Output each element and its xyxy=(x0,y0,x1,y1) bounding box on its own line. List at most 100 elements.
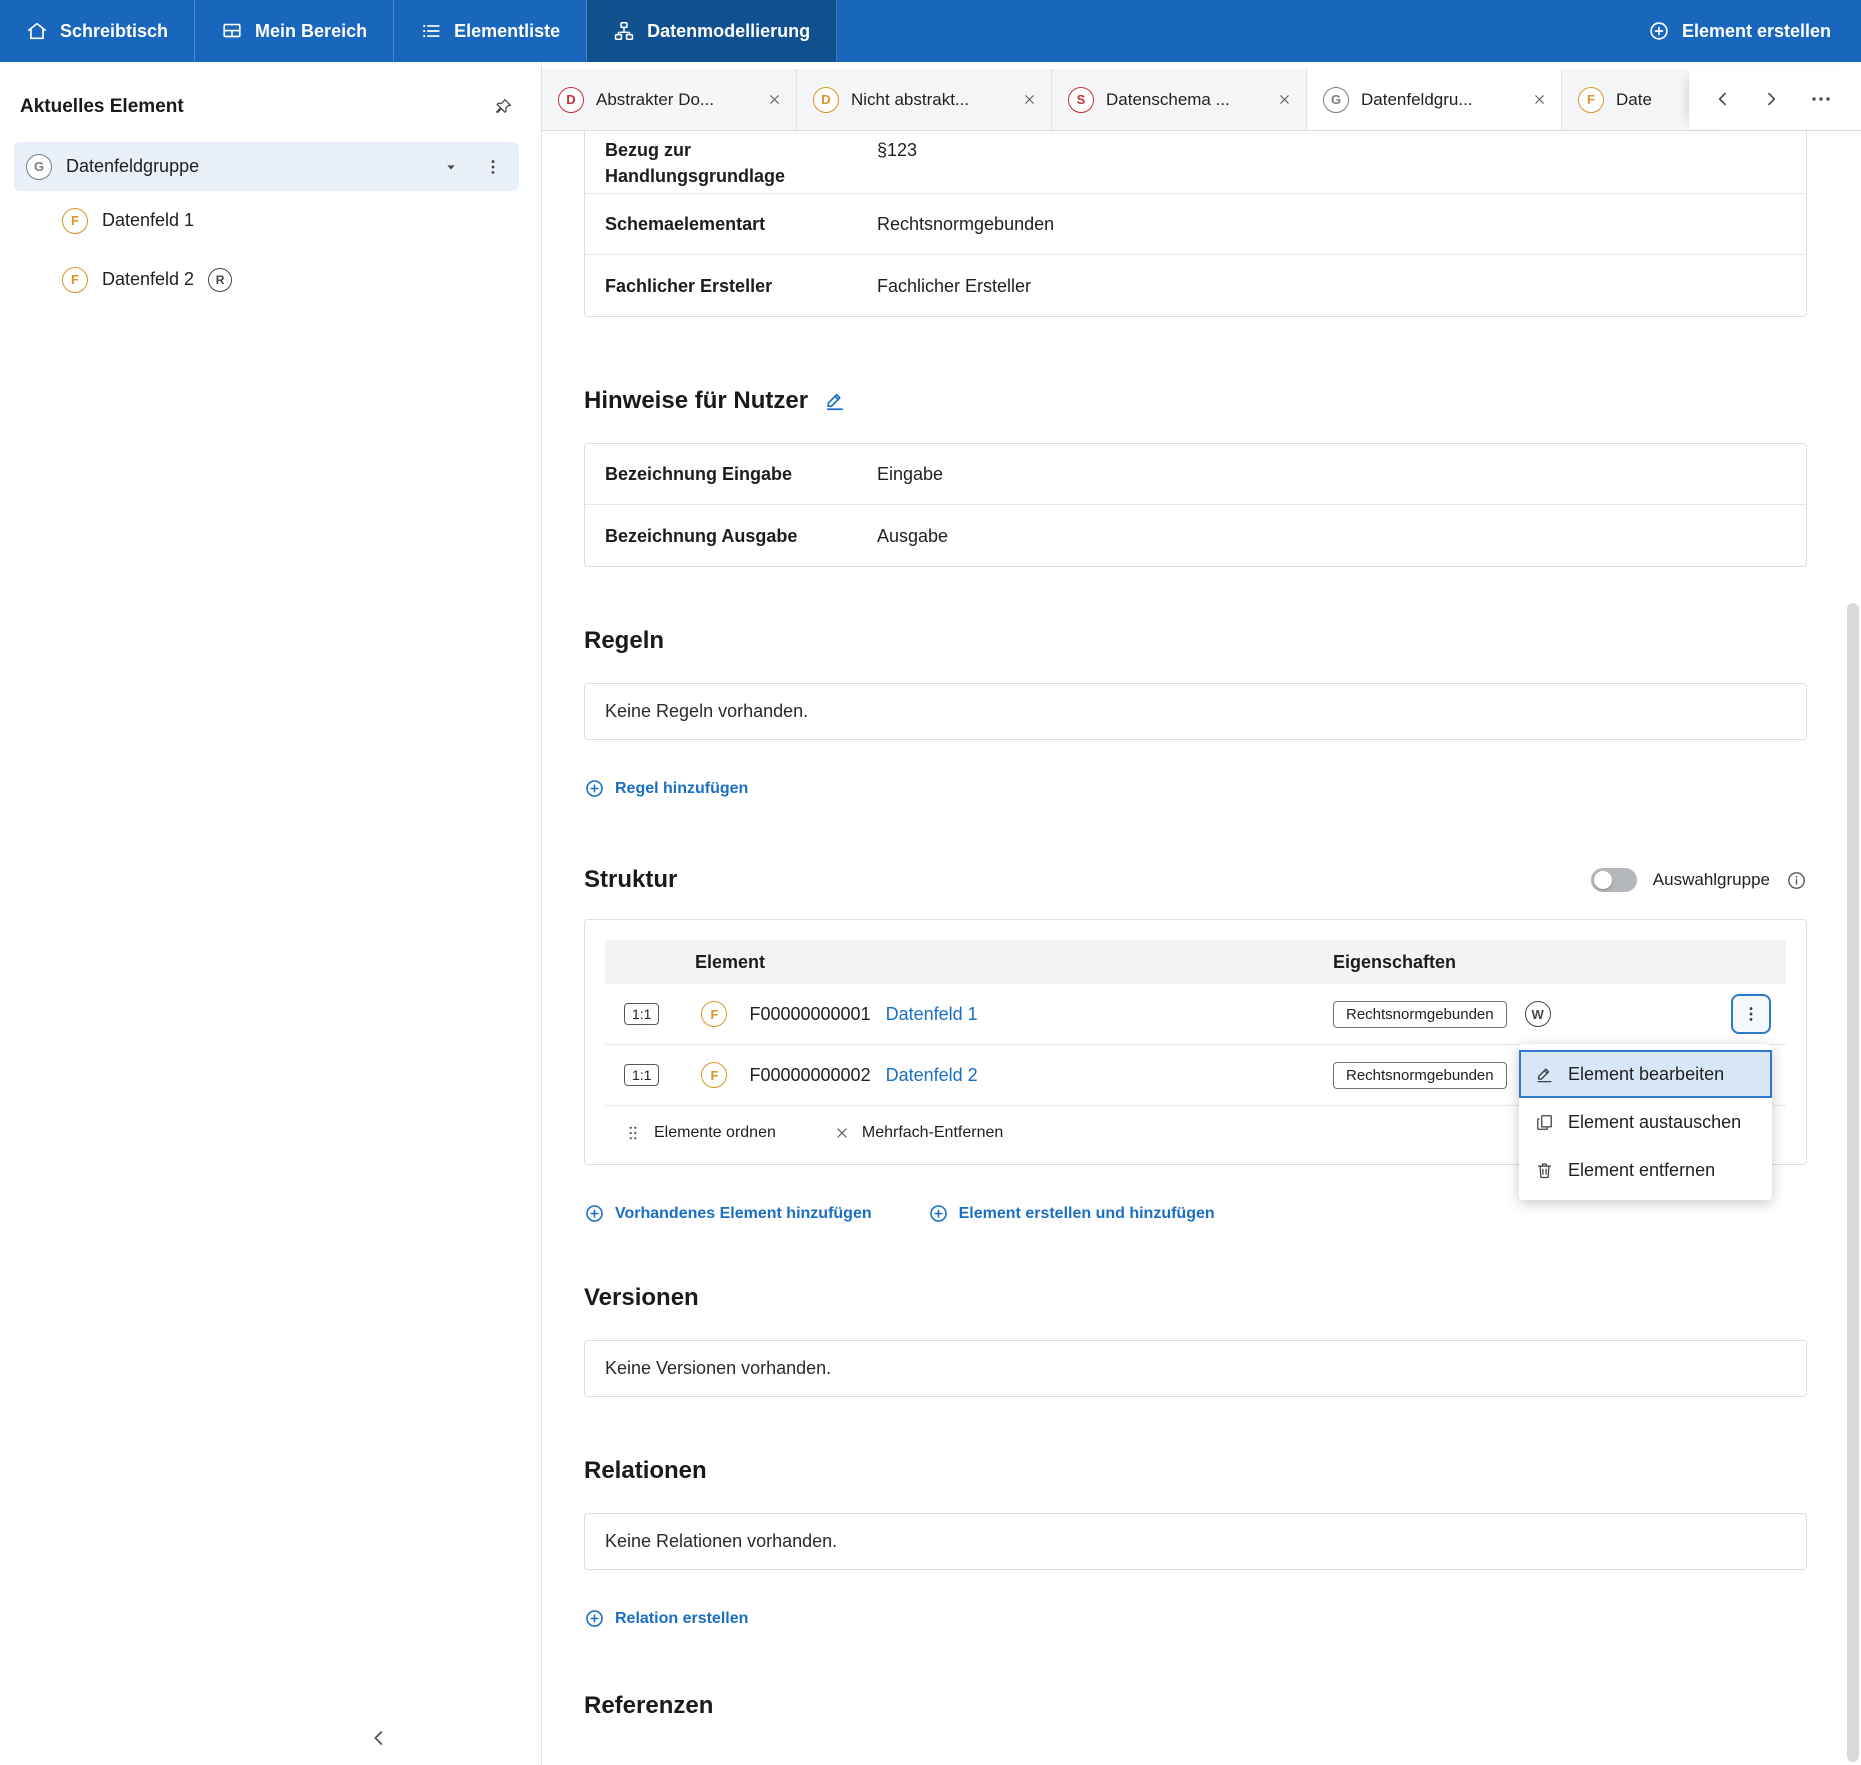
struktur-add-links: Vorhandenes Element hinzufügen Element e… xyxy=(584,1203,1807,1224)
element-link[interactable]: Datenfeld 2 xyxy=(886,1065,978,1086)
order-elements-label: Elemente ordnen xyxy=(654,1124,776,1142)
tree-item-label: Datenfeldgruppe xyxy=(66,156,429,177)
order-elements-action[interactable]: Elemente ordnen xyxy=(624,1124,776,1142)
cardinality-badge: 1:1 xyxy=(624,1064,659,1086)
property-value: §123 xyxy=(877,137,917,163)
section-title-referenzen: Referenzen xyxy=(584,1692,1807,1720)
main-panel: D Abstrakter Do... D Nicht abstrakt... S… xyxy=(542,62,1861,1765)
tab-scroll-controls xyxy=(1689,69,1861,129)
main-nav: Schreibtisch Mein Bereich Elementliste D… xyxy=(0,0,837,62)
create-relation-label: Relation erstellen xyxy=(615,1610,748,1628)
create-element-label: Element erstellen xyxy=(1682,21,1831,42)
auswahlgruppe-toggle[interactable] xyxy=(1591,868,1637,892)
close-icon[interactable] xyxy=(767,92,782,107)
vertical-scrollbar xyxy=(1847,62,1859,1765)
section-title-hinweise: Hinweise für Nutzer xyxy=(584,387,1807,415)
tab-label: Datenfeldgru... xyxy=(1361,90,1520,110)
create-element-button[interactable]: Element erstellen xyxy=(1618,0,1861,62)
structure-row-1: 1:1 F F00000000001 Datenfeld 1 Rechtsnor… xyxy=(605,984,1786,1045)
tab-nicht-abstrakt[interactable]: D Nicht abstrakt... xyxy=(797,69,1052,130)
property-value: Eingabe xyxy=(877,461,943,487)
property-row: Bezug zur Handlungsgrundlage §123 xyxy=(585,131,1806,194)
close-icon[interactable] xyxy=(1277,92,1292,107)
tab-datenschema[interactable]: S Datenschema ... xyxy=(1052,69,1307,130)
tab-label: Datenschema ... xyxy=(1106,90,1265,110)
kebab-menu-icon[interactable] xyxy=(483,157,503,177)
workspace-icon xyxy=(221,20,243,42)
create-and-add-element-label: Element erstellen und hinzufügen xyxy=(959,1205,1215,1223)
struktur-table-header: Element Eigenschaften xyxy=(605,940,1786,984)
close-icon[interactable] xyxy=(1022,92,1037,107)
create-relation-link[interactable]: Relation erstellen xyxy=(584,1608,748,1629)
menu-item-label: Element austauschen xyxy=(1568,1112,1741,1133)
tab-datenfeldgruppe-active[interactable]: G Datenfeldgru... xyxy=(1307,69,1562,130)
scrollbar-thumb[interactable] xyxy=(1847,603,1859,1762)
tree-item-datenfeldgruppe[interactable]: G Datenfeldgruppe xyxy=(14,142,519,191)
nav-item-datenmodellierung[interactable]: Datenmodellierung xyxy=(587,0,837,62)
type-f-icon: F xyxy=(701,1062,727,1088)
sidebar-collapse-button[interactable] xyxy=(368,1727,390,1749)
tree-item-datenfeld-1[interactable]: F Datenfeld 1 xyxy=(0,191,541,250)
chevron-left-icon[interactable] xyxy=(1713,89,1733,109)
property-label: Schemaelementart xyxy=(605,211,877,237)
struktur-section: Element Eigenschaften 1:1 F F00000000001… xyxy=(584,919,1807,1165)
add-rule-label: Regel hinzufügen xyxy=(615,780,748,798)
type-f-icon: F xyxy=(701,1001,727,1027)
add-rule-link[interactable]: Regel hinzufügen xyxy=(584,778,748,799)
empty-state-text: Keine Relationen vorhanden. xyxy=(605,1531,837,1551)
trash-icon xyxy=(1535,1161,1554,1180)
element-id: F00000000001 xyxy=(749,1004,870,1025)
nav-item-schreibtisch[interactable]: Schreibtisch xyxy=(0,0,195,62)
hinweise-card: Bezeichnung Eingabe Eingabe Bezeichnung … xyxy=(584,443,1807,567)
chevron-right-icon[interactable] xyxy=(1761,89,1781,109)
property-value: Fachlicher Ersteller xyxy=(877,273,1031,299)
section-title-versionen: Versionen xyxy=(584,1284,1807,1312)
top-navigation: Schreibtisch Mein Bereich Elementliste D… xyxy=(0,0,1861,62)
menu-item-element-bearbeiten[interactable]: Element bearbeiten xyxy=(1519,1050,1772,1098)
tree-item-datenfeld-2[interactable]: F Datenfeld 2 R xyxy=(0,250,541,309)
nav-label: Elementliste xyxy=(454,21,560,42)
element-cell: 1:1 F F00000000001 Datenfeld 1 xyxy=(605,1001,1333,1027)
versionen-empty-card: Keine Versionen vorhanden. xyxy=(584,1340,1807,1397)
tab-abstrakter-dokument[interactable]: D Abstrakter Do... xyxy=(542,69,797,130)
pin-icon[interactable] xyxy=(493,97,513,117)
sidebar-title: Aktuelles Element xyxy=(20,96,184,118)
type-f-icon: F xyxy=(1578,87,1604,113)
plus-circle-icon xyxy=(584,1203,605,1224)
layout: Aktuelles Element G Datenfeldgruppe F Da… xyxy=(0,62,1861,1765)
type-d-icon: D xyxy=(813,87,839,113)
property-value: Ausgabe xyxy=(877,523,948,549)
sidebar-header: Aktuelles Element xyxy=(0,96,541,118)
drag-handle-icon xyxy=(624,1124,642,1142)
property-row: Bezeichnung Ausgabe Ausgabe xyxy=(585,505,1806,566)
row-actions-button[interactable] xyxy=(1731,994,1771,1034)
property-label: Bezeichnung Eingabe xyxy=(605,461,877,487)
property-pill: Rechtsnormgebunden xyxy=(1333,1062,1507,1089)
edit-icon[interactable] xyxy=(824,390,846,412)
info-icon[interactable] xyxy=(1786,870,1807,891)
section-title-text: Struktur xyxy=(584,866,677,894)
nav-item-elementliste[interactable]: Elementliste xyxy=(394,0,587,62)
create-and-add-element-link[interactable]: Element erstellen und hinzufügen xyxy=(928,1203,1215,1224)
properties-card: Bezug zur Handlungsgrundlage §123 Schema… xyxy=(584,131,1807,317)
menu-item-element-austauschen[interactable]: Element austauschen xyxy=(1519,1098,1772,1146)
struktur-header-row: Struktur Auswahlgruppe xyxy=(584,866,1807,894)
tab-label: Abstrakter Do... xyxy=(596,90,755,110)
multi-remove-action[interactable]: Mehrfach-Entfernen xyxy=(834,1124,1003,1142)
close-icon[interactable] xyxy=(1532,92,1547,107)
list-icon xyxy=(420,20,442,42)
element-cell: 1:1 F F00000000002 Datenfeld 2 xyxy=(605,1062,1333,1088)
menu-item-label: Element entfernen xyxy=(1568,1160,1715,1181)
more-tabs-icon[interactable] xyxy=(1809,87,1833,111)
regeln-empty-card: Keine Regeln vorhanden. xyxy=(584,683,1807,740)
caret-down-icon[interactable] xyxy=(443,159,459,175)
nav-item-mein-bereich[interactable]: Mein Bereich xyxy=(195,0,394,62)
add-existing-element-label: Vorhandenes Element hinzufügen xyxy=(615,1205,872,1223)
element-link[interactable]: Datenfeld 1 xyxy=(886,1004,978,1025)
add-existing-element-link[interactable]: Vorhandenes Element hinzufügen xyxy=(584,1203,872,1224)
menu-item-element-entfernen[interactable]: Element entfernen xyxy=(1519,1146,1772,1194)
plus-circle-icon xyxy=(1648,20,1670,42)
sidebar: Aktuelles Element G Datenfeldgruppe F Da… xyxy=(0,62,542,1765)
property-row: Fachlicher Ersteller Fachlicher Erstelle… xyxy=(585,255,1806,316)
section-title-regeln: Regeln xyxy=(584,627,1807,655)
